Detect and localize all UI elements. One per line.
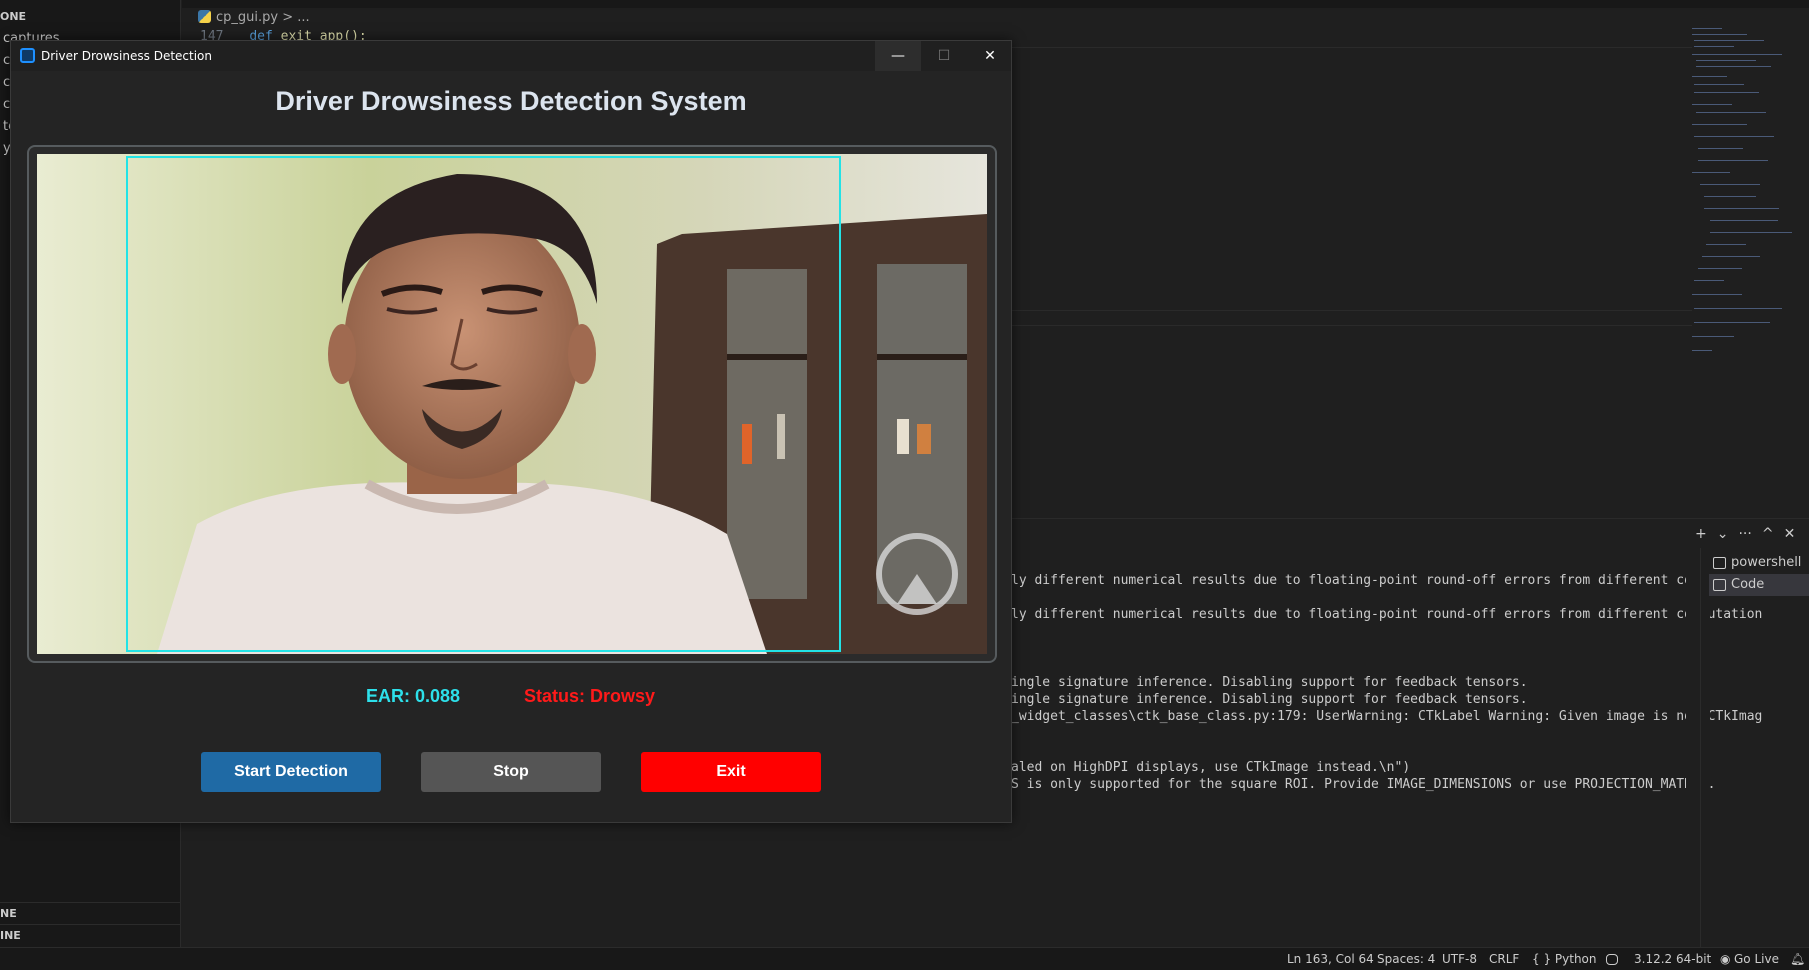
end-of-line[interactable]: CRLF [1489,952,1519,966]
outline-section-header[interactable]: NE [0,907,17,920]
maximize-button[interactable]: ☐ [921,41,967,71]
terminal-session-list: powershell Code [1700,548,1809,948]
new-terminal-button[interactable]: + [1695,526,1707,542]
panel-actions: + ⌄ ··· ^ ✕ [1695,526,1805,542]
explorer-section-header[interactable]: ONE [0,10,26,23]
terminal-session-label: Code [1731,577,1765,592]
breadcrumb-file[interactable]: cp_gui.py [216,10,278,25]
terminal-line: ly different numerical results due to fl… [1011,573,1763,588]
terminal-line: S is only supported for the square ROI. … [1011,777,1716,792]
terminal-dropdown-button[interactable]: ⌄ [1717,526,1729,542]
exit-button[interactable]: Exit [641,752,821,792]
breadcrumb-separator: > [282,10,294,25]
title-bar[interactable]: Driver Drowsiness Detection — ☐ ✕ [11,41,1011,71]
app-window: Driver Drowsiness Detection — ☐ ✕ Driver… [10,40,1012,823]
terminal-line: ingle signature inference. Disabling sup… [1011,692,1528,707]
editor-sticky-border [1012,47,1692,48]
terminal-line: aled on HighDPI displays, use CTkImage i… [1011,760,1411,775]
start-detection-button[interactable]: Start Detection [201,752,381,792]
drowsiness-status-label: Status: Drowsy [524,686,656,706]
editor-divider [1012,325,1692,326]
status-bar: Ln 163, Col 64 Spaces: 4 UTF-8 CRLF { } … [0,947,1809,970]
terminal-icon [1713,557,1726,569]
video-frame [27,145,997,663]
divider [0,924,181,925]
face-detection-box [126,156,841,652]
go-live-button[interactable]: Go Live [1734,952,1779,966]
language-mode[interactable]: { } Python [1532,952,1597,966]
close-panel-button[interactable]: ✕ [1784,526,1796,542]
cursor-position[interactable]: Ln 163, Col 64 [1287,952,1374,966]
broadcast-icon: ◉ [1720,952,1731,966]
close-button[interactable]: ✕ [967,41,1013,71]
stop-button[interactable]: Stop [421,752,601,792]
terminal-icon [1713,579,1726,591]
bell-icon[interactable]: 🔔︎ [1790,952,1805,966]
terminal-line: _widget_classes\ctk_base_class.py:179: U… [1011,709,1763,724]
terminal-line: ly different numerical results due to fl… [1011,607,1763,622]
webcam-feed [37,154,987,654]
terminal-session-label: powershell [1731,555,1802,570]
minimize-button[interactable]: — [875,41,921,71]
editor-divider [1012,310,1692,311]
more-actions-button[interactable]: ··· [1738,526,1751,542]
app-icon [20,48,35,63]
terminal-session-powershell[interactable]: powershell [1709,552,1809,574]
encoding[interactable]: UTF-8 [1442,952,1477,966]
python-interpreter[interactable]: 3.12.2 64-bit [1634,952,1711,966]
panel-border [1012,518,1809,519]
timeline-section-header[interactable]: INE [0,929,21,942]
breadcrumb[interactable]: cp_gui.py > ... [198,10,310,25]
editor-tab-strip [182,0,1809,8]
maximize-panel-button[interactable]: ^ [1762,526,1774,542]
page-title: Driver Drowsiness Detection System [275,86,747,116]
terminal-line: ingle signature inference. Disabling sup… [1011,675,1528,690]
breadcrumb-symbol[interactable]: ... [297,10,309,25]
copilot-icon[interactable] [1606,954,1618,965]
window-title: Driver Drowsiness Detection [41,49,212,63]
indentation[interactable]: Spaces: 4 [1377,952,1435,966]
ear-value-label: EAR: 0.088 [366,686,461,706]
python-file-icon [198,10,211,23]
divider [0,902,181,903]
terminal-session-code[interactable]: Code [1709,574,1809,596]
minimap[interactable] [1690,28,1800,368]
